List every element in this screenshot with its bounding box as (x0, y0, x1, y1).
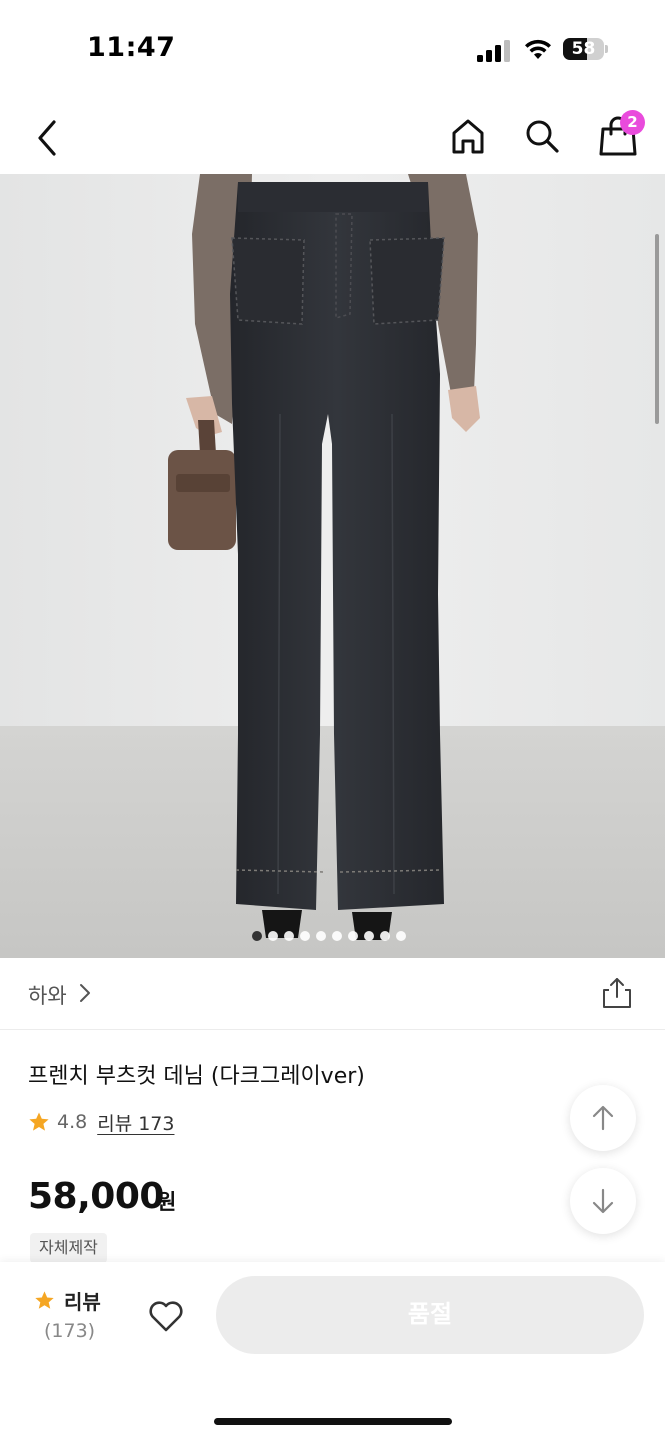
rating-row: 4.8 리뷰 173 (28, 1108, 174, 1136)
product-title: 프렌치 부츠컷 데님 (다크그레이ver) (28, 1064, 365, 1089)
review-count: (173) (44, 1320, 96, 1342)
page-scrollbar[interactable] (655, 234, 659, 424)
status-time: 11:47 (87, 32, 176, 63)
carousel-dot[interactable] (300, 931, 310, 941)
share-icon (603, 978, 631, 1008)
soldout-button[interactable]: 품절 (216, 1276, 644, 1354)
product-image-carousel[interactable] (0, 174, 665, 958)
carousel-dot[interactable] (348, 931, 358, 941)
search-button[interactable] (520, 114, 564, 158)
product-tag: 자체제작 (30, 1233, 107, 1263)
review-summary-button[interactable]: 리뷰 (173) (34, 1284, 114, 1364)
arrow-down-icon (592, 1188, 614, 1214)
price-currency: 원 (157, 1190, 177, 1214)
like-button[interactable] (146, 1296, 186, 1336)
home-icon (452, 119, 484, 154)
star-icon (35, 1291, 54, 1309)
carousel-dot[interactable] (380, 931, 390, 941)
chevron-left-icon (38, 120, 56, 156)
rating-value: 4.8 (57, 1111, 88, 1133)
bottom-action-bar: 리뷰 (173) 품절 (0, 1262, 665, 1440)
heart-icon (149, 1301, 183, 1332)
search-icon (526, 120, 559, 153)
scroll-down-button[interactable] (570, 1168, 636, 1234)
cart-count-badge: 2 (620, 110, 645, 135)
review-label: 리뷰 (64, 1290, 101, 1314)
share-button[interactable] (600, 976, 634, 1010)
back-button[interactable] (28, 116, 68, 160)
brand-row[interactable]: 하와 (0, 958, 665, 1030)
chevron-right-icon (80, 984, 90, 1002)
product-price: 58,000 (28, 1176, 164, 1217)
battery-cap (605, 45, 608, 53)
arrow-up-icon (592, 1105, 614, 1131)
home-button[interactable] (446, 114, 490, 158)
carousel-dot[interactable] (316, 931, 326, 941)
top-navigation-bar (0, 100, 665, 174)
brand-name-link[interactable]: 하와 (28, 980, 67, 1010)
carousel-pagination (252, 930, 406, 942)
wifi-icon (525, 39, 551, 59)
battery-percentage: 58 (571, 39, 596, 59)
product-photo (0, 174, 665, 958)
carousel-dot[interactable] (396, 931, 406, 941)
home-indicator[interactable] (214, 1418, 452, 1425)
battery-indicator: 58 (563, 38, 609, 60)
carousel-dot[interactable] (252, 931, 262, 941)
battery-body: 58 (563, 38, 604, 60)
carousel-dot[interactable] (364, 931, 374, 941)
carousel-dot[interactable] (284, 931, 294, 941)
star-icon (29, 1112, 49, 1131)
carousel-dot[interactable] (268, 931, 278, 941)
cellular-signal-icon (477, 40, 510, 62)
status-bar: 11:47 58 (0, 0, 665, 100)
scroll-up-button[interactable] (570, 1085, 636, 1151)
review-count-link[interactable]: 리뷰 173 (97, 1109, 174, 1136)
carousel-dot[interactable] (332, 931, 342, 941)
